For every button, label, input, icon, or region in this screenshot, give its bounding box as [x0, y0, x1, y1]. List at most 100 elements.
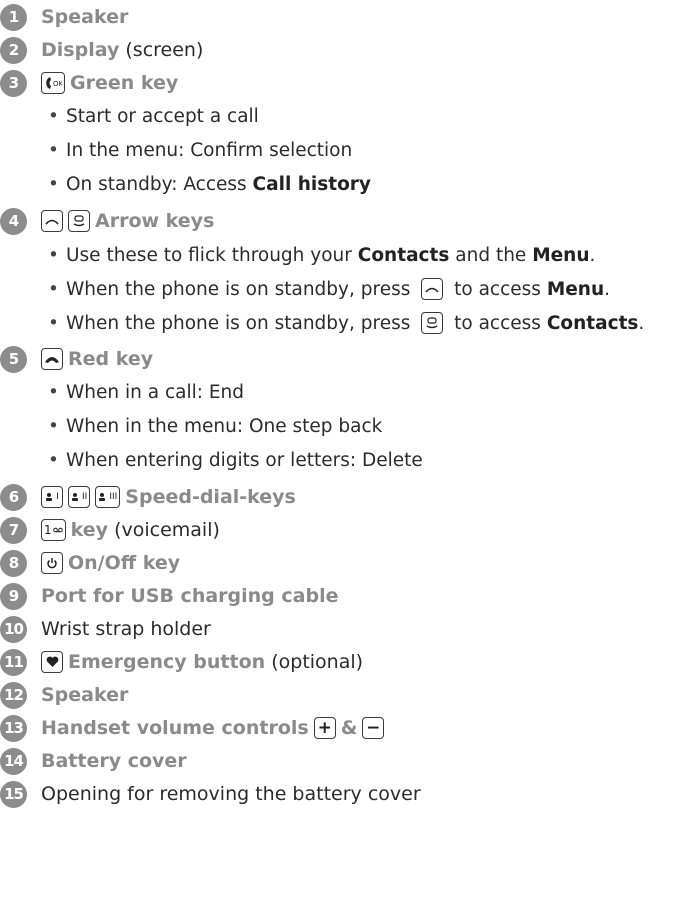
voicemail-key-label: 1	[44, 523, 52, 537]
bullet-dot: •	[48, 449, 59, 471]
item-13: 13 Handset volume controls + & −	[0, 713, 389, 743]
item-number: 12	[0, 681, 27, 709]
bullet-text: to access	[448, 278, 547, 300]
bullet-dot: •	[48, 139, 59, 161]
item-title: Handset volume controls	[41, 717, 309, 739]
arrow-up-key-icon	[421, 278, 444, 300]
item-3: 3 OK Green key	[0, 68, 178, 98]
item-number: 13	[0, 714, 27, 742]
speed-dial-label: I	[56, 492, 59, 502]
contacts-key-icon	[421, 312, 444, 334]
item-6: 6 I II III Speed-dial-keys	[0, 482, 296, 512]
bullet: • When the phone is on standby, press to…	[48, 308, 644, 338]
bullet: • When in the menu: One step back	[48, 411, 382, 441]
item-10: 10 Wrist strap holder	[0, 614, 211, 644]
bullet-strong: Contacts	[546, 312, 639, 334]
bullet-text: When in the menu: One step back	[66, 415, 383, 437]
bullet-text: On standby: Access	[66, 173, 253, 195]
bullet: • When in a call: End	[48, 377, 244, 407]
item-number: 15	[0, 780, 27, 808]
bullet-dot: •	[48, 278, 59, 300]
green-key-icon: OK	[41, 72, 65, 94]
bullet: • In the menu: Confirm selection	[48, 135, 352, 165]
contacts-key-icon	[68, 210, 90, 232]
item-note: (screen)	[119, 39, 204, 61]
item-number: 11	[0, 648, 27, 676]
bullet-text: When the phone is on standby, press	[66, 278, 417, 300]
bullet-text: .	[638, 312, 645, 334]
bullet-dot: •	[48, 105, 59, 127]
bullet: • On standby: Access Call history	[48, 169, 371, 199]
bullet: • Start or accept a call	[48, 101, 259, 131]
item-5: 5 Red key	[0, 344, 153, 374]
item-7: 7 1 key (voicemail)	[0, 515, 220, 545]
item-title: On/Off key	[68, 552, 181, 574]
bullet-text: When the phone is on standby, press	[66, 312, 417, 334]
item-title: Emergency button	[68, 651, 266, 673]
item-note: (optional)	[265, 651, 364, 673]
ampersand: &	[340, 717, 358, 739]
speed-dial-label: III	[109, 492, 118, 502]
item-note: Wrist strap holder	[41, 618, 211, 640]
item-title: Green key	[70, 72, 179, 94]
item-12: 12 Speaker	[0, 680, 128, 710]
plus-key-icon: +	[313, 717, 336, 739]
item-number: 7	[0, 516, 27, 544]
item-title: Speaker	[41, 684, 129, 706]
item-title: Speed-dial-keys	[125, 486, 296, 508]
bullet-strong: Menu	[546, 278, 605, 300]
bullet-strong: Call history	[252, 173, 371, 195]
bullet-dot: •	[48, 244, 59, 266]
speed-dial-2-key-icon: II	[68, 486, 91, 508]
bullet-dot: •	[48, 312, 59, 334]
item-4: 4 Arrow keys	[0, 206, 214, 236]
speed-dial-1-key-icon: I	[41, 486, 63, 508]
bullet-strong: Menu	[532, 244, 590, 266]
item-number: 1	[0, 3, 27, 31]
item-15: 15 Opening for removing the battery cove…	[0, 779, 421, 809]
bullet-text: Start or accept a call	[66, 105, 259, 127]
item-11: 11 Emergency button (optional)	[0, 647, 363, 677]
bullet-text: Use these to flick through your	[66, 244, 358, 266]
bullet-text: and the	[449, 244, 533, 266]
item-title: Display	[41, 39, 120, 61]
bullet-dot: •	[48, 381, 59, 403]
item-number: 5	[0, 345, 27, 373]
item-2: 2 Display (screen)	[0, 35, 203, 65]
minus-label: −	[366, 718, 381, 738]
bullet-text: .	[604, 278, 611, 300]
svg-text:OK: OK	[53, 80, 62, 88]
voicemail-key-icon: 1	[41, 519, 66, 541]
item-number: 8	[0, 549, 27, 577]
item-title: Speaker	[41, 6, 129, 28]
bullet: • When the phone is on standby, press to…	[48, 274, 610, 304]
bullet-text: In the menu: Confirm selection	[66, 139, 353, 161]
item-title: Red key	[68, 348, 154, 370]
item-number: 2	[0, 36, 27, 64]
speed-dial-3-key-icon: III	[95, 486, 121, 508]
item-number: 4	[0, 207, 27, 235]
bullet-text: .	[589, 244, 596, 266]
item-title: Arrow keys	[95, 210, 215, 232]
plus-label: +	[317, 718, 332, 738]
item-note: (voicemail)	[108, 519, 220, 541]
item-8: 8 On/Off key	[0, 548, 180, 578]
bullet: • Use these to flick through your Contac…	[48, 240, 595, 270]
power-key-icon	[41, 552, 63, 574]
red-key-icon	[41, 348, 63, 370]
item-9: 9 Port for USB charging cable	[0, 581, 338, 611]
arrow-up-key-icon	[41, 210, 63, 232]
bullet-dot: •	[48, 173, 59, 195]
speed-dial-label: II	[82, 492, 88, 502]
item-note: Opening for removing the battery cover	[41, 783, 421, 805]
item-number: 3	[0, 69, 27, 97]
bullet-text: to access	[448, 312, 547, 334]
heart-key-icon	[41, 651, 63, 673]
bullet: • When entering digits or letters: Delet…	[48, 445, 423, 475]
bullet-strong: Contacts	[357, 244, 450, 266]
item-1: 1 Speaker	[0, 2, 128, 32]
item-title: Port for USB charging cable	[41, 585, 339, 607]
bullet-text: When in a call: End	[66, 381, 245, 403]
minus-key-icon: −	[362, 717, 385, 739]
item-title: Battery cover	[41, 750, 187, 772]
